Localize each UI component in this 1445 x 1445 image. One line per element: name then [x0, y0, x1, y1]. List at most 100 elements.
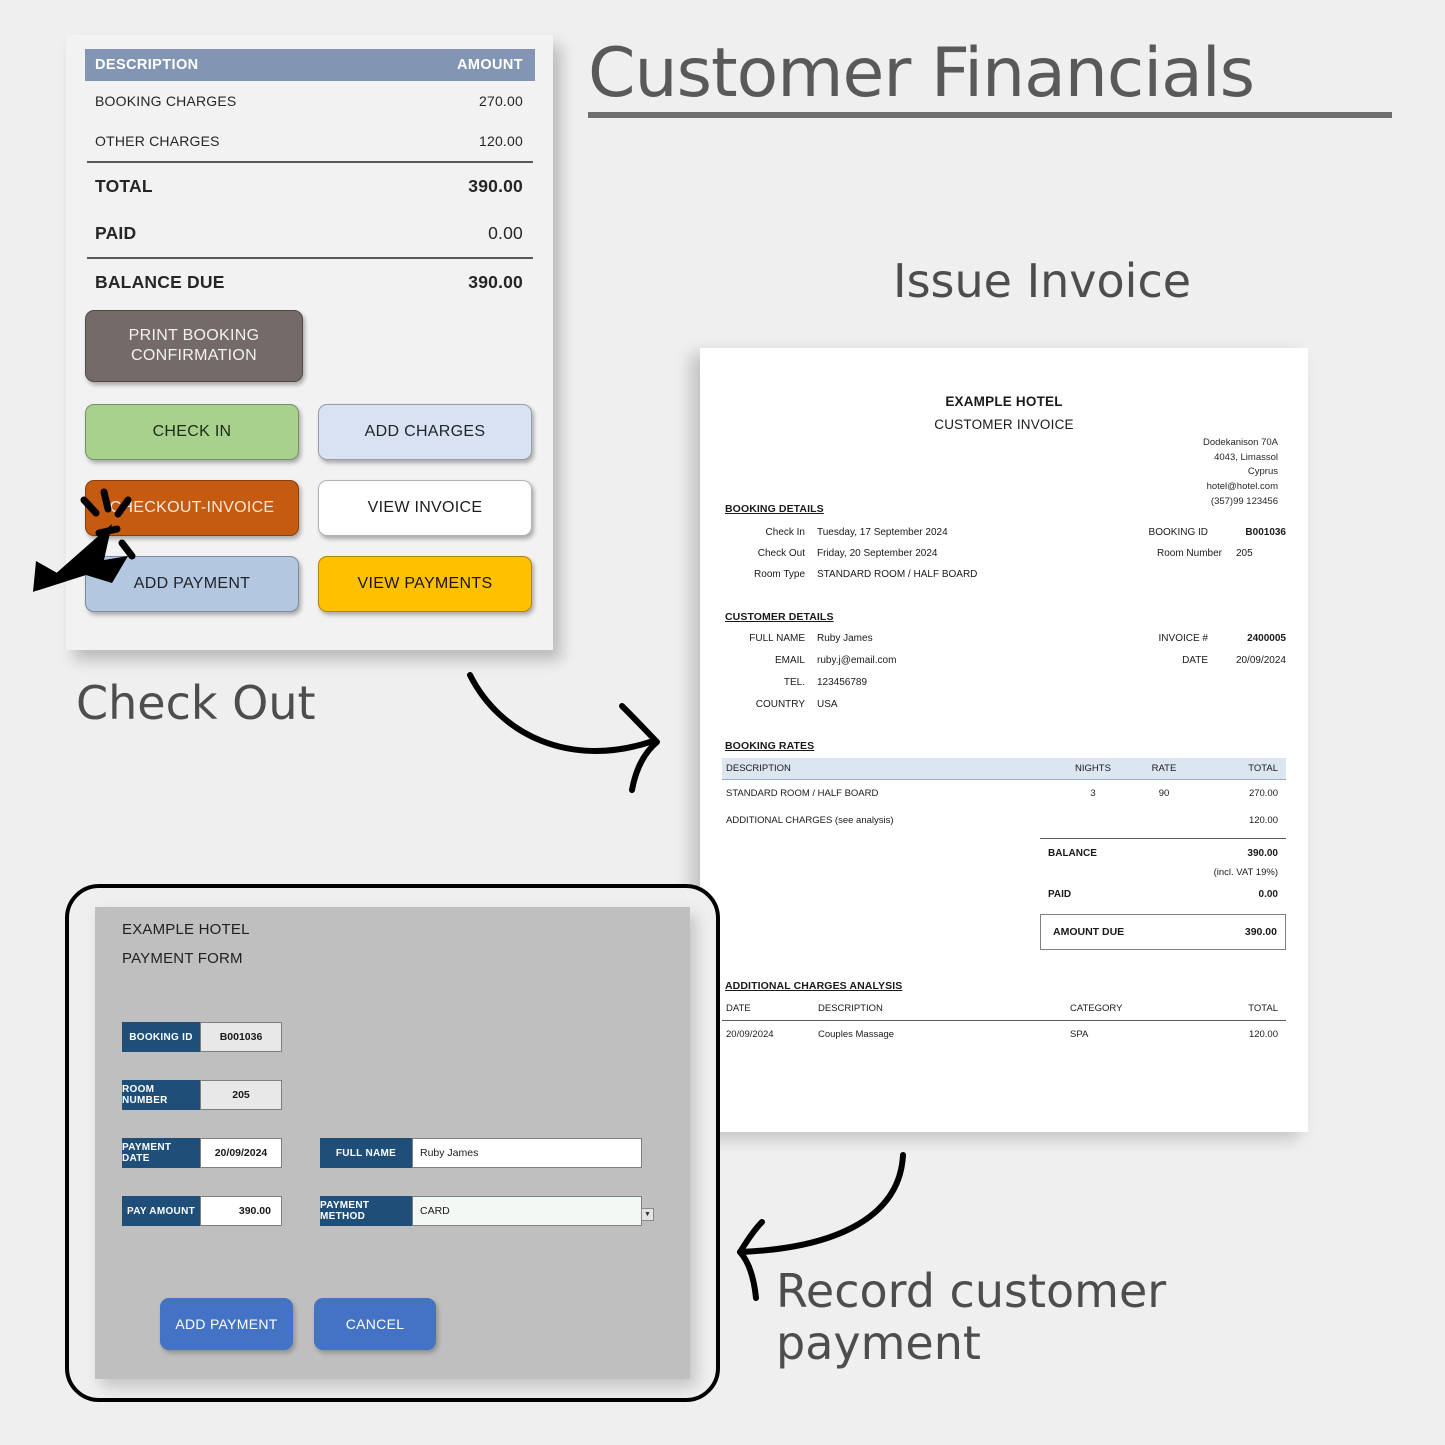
payment-date-label: PAYMENT DATE [122, 1138, 200, 1168]
invoice-room-type: Room Type STANDARD ROOM / HALF BOARD [725, 569, 977, 580]
cell-rate [1128, 815, 1200, 826]
print-booking-confirmation-button[interactable]: PRINT BOOKING CONFIRMATION [85, 310, 303, 382]
payment-form-cancel-button[interactable]: CANCEL [314, 1298, 436, 1350]
checkout-invoice-button[interactable]: CHECKOUT-INVOICE [85, 480, 299, 536]
field-value: Friday, 20 September 2024 [817, 548, 938, 559]
row-value: 120.00 [478, 133, 523, 149]
cell-nights [1058, 815, 1128, 826]
annotation-check-out: Check Out [76, 676, 316, 730]
field-label: EMAIL [774, 655, 805, 666]
payment-form-hotel-name: EXAMPLE HOTEL [122, 921, 250, 938]
cell-nights: 3 [1090, 788, 1096, 799]
amount-due-label: AMOUNT DUE [1053, 926, 1125, 939]
financials-col-amount: AMOUNT [456, 57, 523, 73]
table-row: TOTAL 390.00 [85, 163, 535, 210]
col-description: DESCRIPTION [818, 1003, 883, 1014]
cell-description: Couples Massage [818, 1029, 895, 1040]
field-value: Ruby James [817, 633, 873, 644]
chevron-down-icon[interactable]: ▼ [641, 1208, 654, 1221]
col-rate: RATE [1151, 763, 1177, 774]
financials-table-header: DESCRIPTION AMOUNT [85, 49, 535, 81]
cell-category: SPA [1070, 1029, 1089, 1040]
arrow-to-invoice [467, 672, 660, 793]
row-label: TOTAL [95, 176, 153, 196]
full-name-label: FULL NAME [320, 1138, 412, 1168]
field-value: ruby.j@email.com [817, 655, 897, 666]
room-number-field[interactable]: ROOM NUMBER 205 [122, 1080, 282, 1110]
check-in-button[interactable]: CHECK IN [85, 404, 299, 460]
payment-form-title: PAYMENT FORM [122, 950, 243, 967]
col-total: TOTAL [1248, 1003, 1278, 1014]
field-value: USA [817, 699, 838, 710]
invoice-email: EMAIL ruby.j@email.com [725, 655, 896, 666]
booking-rates-heading: BOOKING RATES [725, 740, 815, 752]
paid-value: 0.00 [1258, 889, 1278, 901]
pay-amount-input[interactable]: 390.00 [200, 1196, 282, 1226]
view-invoice-button[interactable]: VIEW INVOICE [318, 480, 532, 536]
balance-value: 390.00 [1247, 848, 1278, 860]
invoice-full-name: FULL NAME Ruby James [725, 633, 873, 644]
field-value: 20/09/2024 [1235, 655, 1286, 666]
cell-total: 120.00 [1248, 1029, 1278, 1040]
cell-rate: 90 [1158, 788, 1170, 799]
booking-id-input[interactable]: B001036 [200, 1022, 282, 1052]
field-value: Tuesday, 17 September 2024 [817, 527, 948, 538]
full-name-field[interactable]: FULL NAME Ruby James [320, 1138, 642, 1168]
charges-analysis-heading: ADDITIONAL CHARGES ANALYSIS [725, 980, 903, 992]
booking-rates-table: DESCRIPTION NIGHTS RATE TOTAL STANDARD R… [722, 758, 1286, 834]
invoice-booking-id: BOOKING ID B001036 [1088, 527, 1286, 538]
field-value: 123456789 [817, 677, 868, 688]
page-title-underline [588, 112, 1392, 118]
customer-invoice-document: EXAMPLE HOTEL CUSTOMER INVOICE Dodekanis… [700, 348, 1308, 1132]
payment-form-add-payment-button[interactable]: ADD PAYMENT [160, 1298, 293, 1350]
invoice-totals: BALANCE 390.00 (incl. VAT 19%) PAID 0.00… [1040, 838, 1286, 951]
pay-amount-label: PAY AMOUNT [122, 1196, 200, 1226]
payment-date-input[interactable]: 20/09/2024 [200, 1138, 282, 1168]
address-line-2: 4043, Limassol [1214, 451, 1278, 463]
invoice-number: INVOICE # 2400005 [1088, 633, 1286, 644]
row-value: 390.00 [468, 272, 523, 292]
row-value: 390.00 [468, 176, 523, 196]
cell-date: 20/09/2024 [726, 1029, 774, 1040]
field-label: Check Out [757, 548, 805, 559]
additional-charges-table: DATE DESCRIPTION CATEGORY TOTAL 20/09/20… [722, 998, 1286, 1048]
col-nights: NIGHTS [1075, 763, 1111, 774]
col-total: TOTAL [1248, 763, 1278, 774]
invoice-doc-type: CUSTOMER INVOICE [934, 417, 1074, 432]
cell-description: STANDARD ROOM / HALF BOARD [726, 788, 879, 799]
booking-id-field[interactable]: BOOKING ID B001036 [122, 1022, 282, 1052]
invoice-check-out: Check Out Friday, 20 September 2024 [725, 548, 938, 559]
field-label: INVOICE # [1158, 633, 1208, 644]
paid-label: PAID [1048, 889, 1072, 901]
vat-note: (incl. VAT 19%) [1213, 867, 1278, 879]
customer-details-heading: CUSTOMER DETAILS [725, 611, 834, 623]
table-row: STANDARD ROOM / HALF BOARD 3 90 270.00 [722, 780, 1286, 807]
room-number-input[interactable]: 205 [200, 1080, 282, 1110]
booking-rates-header: DESCRIPTION NIGHTS RATE TOTAL [722, 758, 1286, 780]
add-payment-button[interactable]: ADD PAYMENT [85, 556, 299, 612]
payment-method-select[interactable]: CARD [412, 1196, 642, 1226]
action-row-3: ADD PAYMENT VIEW PAYMENTS [85, 556, 540, 612]
invoice-check-in: Check In Tuesday, 17 September 2024 [725, 527, 948, 538]
row-label: PAID [95, 223, 137, 243]
field-label: BOOKING ID [1148, 527, 1208, 538]
annotation-issue-invoice: Issue Invoice [893, 254, 1192, 308]
field-label: TEL. [783, 677, 805, 688]
pay-amount-field[interactable]: PAY AMOUNT 390.00 [122, 1196, 282, 1226]
cell-total: 120.00 [1248, 815, 1278, 826]
financials-col-description: DESCRIPTION [95, 57, 199, 73]
add-charges-button[interactable]: ADD CHARGES [318, 404, 532, 460]
field-label: DATE [1182, 655, 1208, 666]
table-row: ADDITIONAL CHARGES (see analysis) 120.00 [722, 807, 1286, 834]
balance-row: BALANCE 390.00 [1040, 839, 1286, 867]
field-value: 205 [1236, 548, 1253, 559]
view-payments-button[interactable]: VIEW PAYMENTS [318, 556, 532, 612]
payment-method-field[interactable]: PAYMENT METHOD CARD ▼ [320, 1196, 654, 1226]
col-category: CATEGORY [1070, 1003, 1123, 1014]
invoice-date: DATE 20/09/2024 [1088, 655, 1286, 666]
annotation-record-customer-payment: Record customer payment [776, 1264, 1167, 1370]
payment-date-field[interactable]: PAYMENT DATE 20/09/2024 [122, 1138, 282, 1168]
row-label: BALANCE DUE [95, 272, 225, 292]
address-line-1: Dodekanison 70A [1203, 437, 1278, 448]
full-name-input[interactable]: Ruby James [412, 1138, 642, 1168]
